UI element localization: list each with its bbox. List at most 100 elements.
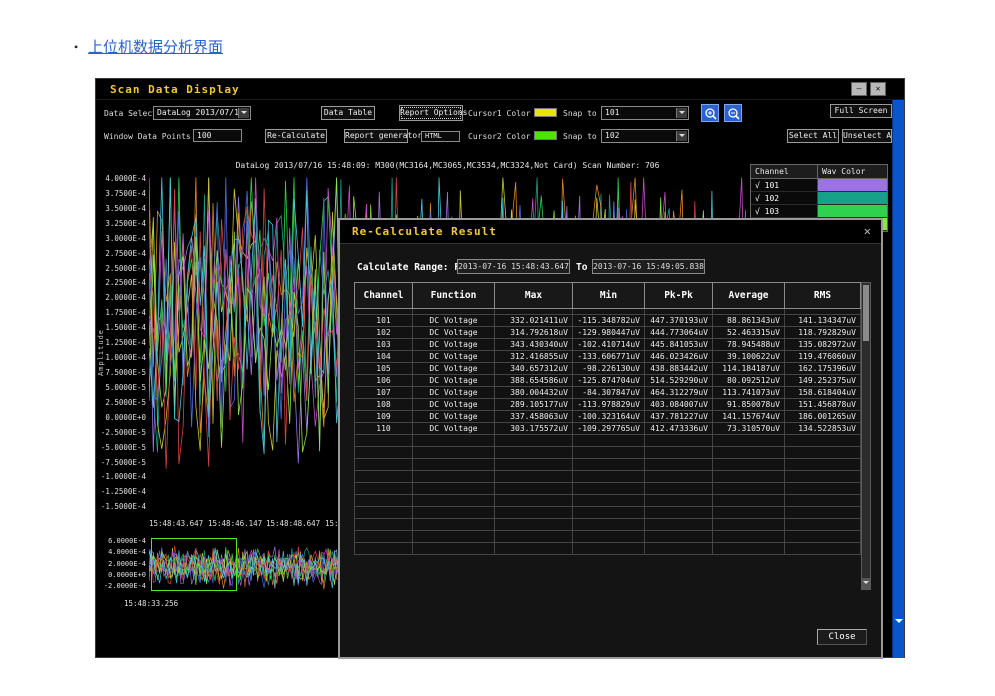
result-col-header: Pk-Pk (645, 283, 713, 309)
result-cell: DC Voltage (413, 387, 495, 399)
result-cell: 332.021411uV (495, 315, 573, 327)
unselect-all-button[interactable]: Unselect All (842, 129, 892, 143)
scrollbar-thumb[interactable] (863, 285, 869, 341)
window-titlebar[interactable]: Scan Data Display — ✕ (96, 79, 904, 100)
channel-row[interactable]: √ 101 (751, 179, 887, 192)
result-cell: DC Voltage (413, 315, 495, 327)
result-cell (573, 531, 645, 543)
result-cell (713, 447, 785, 459)
result-cell: 464.312279uV (645, 387, 713, 399)
range-to-input[interactable]: 2013-07-16 15:49:05.838 (592, 259, 705, 274)
y-tick-label: 7.5000E-5 (105, 369, 146, 377)
result-cell (713, 483, 785, 495)
zoom-in-button[interactable] (701, 104, 719, 122)
result-empty-row (355, 483, 861, 495)
result-cell (355, 507, 413, 519)
result-row[interactable]: 110DC Voltage303.175572uV-109.297765uV41… (355, 423, 861, 435)
result-col-header: Max (495, 283, 573, 309)
result-cell (413, 483, 495, 495)
y-tick-label: -1.2500E-4 (101, 488, 146, 496)
data-table-button[interactable]: Data Table (321, 106, 375, 120)
scrollbar-down-arrow-icon[interactable] (862, 578, 870, 589)
result-cell: 412.473336uV (645, 423, 713, 435)
close-button[interactable]: ✕ (870, 82, 886, 96)
report-format-select[interactable]: HTML (421, 131, 460, 142)
result-cell: 141.134347uV (785, 315, 861, 327)
result-row[interactable]: 109DC Voltage337.458063uV-100.323164uV43… (355, 411, 861, 423)
result-cell (785, 519, 861, 531)
channel-row[interactable]: √ 102 (751, 192, 887, 205)
result-cell (355, 519, 413, 531)
result-cell: DC Voltage (413, 363, 495, 375)
result-row[interactable]: 101DC Voltage332.021411uV-115.348782uV44… (355, 315, 861, 327)
y-tick-label: 2.0000E-4 (105, 294, 146, 302)
cursor1-color-label: Cursor1 Color (468, 109, 531, 118)
result-row[interactable]: 108DC Voltage289.105177uV-113.978829uV40… (355, 399, 861, 411)
result-cell (355, 447, 413, 459)
result-row[interactable]: 107DC Voltage380.004432uV-84.307847uV464… (355, 387, 861, 399)
page-link[interactable]: 上位机数据分析界面 (88, 36, 223, 57)
result-cell (713, 471, 785, 483)
window-title: Scan Data Display (110, 83, 240, 96)
channel-wave-color (818, 205, 887, 217)
zoom-in-icon (703, 106, 719, 122)
result-cell: DC Voltage (413, 399, 495, 411)
result-cell (645, 435, 713, 447)
result-cell: DC Voltage (413, 351, 495, 363)
cursor2-swatch[interactable] (534, 131, 557, 140)
channel-row[interactable]: √ 103 (751, 205, 887, 218)
result-table-container: ChannelFunctionMaxMinPk-PkAverageRMS101D… (354, 282, 871, 590)
result-cell: 314.792618uV (495, 327, 573, 339)
y-tick-label: -7.5000E-5 (101, 459, 146, 467)
result-scrollbar[interactable] (861, 282, 871, 590)
full-screen-button[interactable]: Full Screen (830, 104, 892, 118)
report-options-button[interactable]: Report Options (399, 105, 463, 121)
overview-x-tick: 15:48:33.256 (124, 599, 178, 608)
snap2-dropdown[interactable]: 102 (601, 129, 689, 143)
result-cell (785, 435, 861, 447)
result-row[interactable]: 106DC Voltage388.654586uV-125.874704uV51… (355, 375, 861, 387)
report-generator-button[interactable]: Report generator (344, 129, 408, 143)
zoom-out-button[interactable] (724, 104, 742, 122)
main-chart-y-axis: 4.0000E-43.7500E-43.5000E-43.2500E-43.00… (106, 175, 146, 511)
scroll-down-arrow-icon[interactable] (895, 619, 903, 627)
result-row[interactable]: 104DC Voltage312.416855uV-133.606771uV44… (355, 351, 861, 363)
result-cell: 151.456878uV (785, 399, 861, 411)
dialog-close-button[interactable]: Close (817, 629, 867, 645)
y-tick-label: -1.0000E-4 (101, 473, 146, 481)
data-select-dropdown[interactable]: DataLog 2013/07/16 (153, 106, 251, 120)
result-row[interactable]: 103DC Voltage343.430340uV-102.410714uV44… (355, 339, 861, 351)
result-cell: -100.323164uV (573, 411, 645, 423)
result-cell: 186.001265uV (785, 411, 861, 423)
result-cell: DC Voltage (413, 327, 495, 339)
result-cell: 119.476060uV (785, 351, 861, 363)
recalculate-button[interactable]: Re-Calculate (265, 129, 327, 143)
result-cell (495, 447, 573, 459)
window-scrollbar[interactable] (892, 100, 904, 658)
result-cell (713, 507, 785, 519)
result-col-header: Function (413, 283, 495, 309)
cursor1-swatch[interactable] (534, 108, 557, 117)
result-col-header: Channel (355, 283, 413, 309)
result-cell: 162.175396uV (785, 363, 861, 375)
y-tick-label: 1.5000E-4 (105, 324, 146, 332)
dialog-close-icon[interactable]: ✕ (864, 224, 871, 238)
minimize-button[interactable]: — (851, 82, 867, 96)
range-from-input[interactable]: 2013-07-16 15:48:43.647 (457, 259, 570, 274)
window-data-points-input[interactable]: 100 (193, 129, 242, 142)
result-cell (573, 543, 645, 555)
overview-selection[interactable] (151, 538, 237, 591)
result-row[interactable]: 102DC Voltage314.792618uV-129.980447uV44… (355, 327, 861, 339)
result-row[interactable]: 105DC Voltage340.657312uV-98.226130uV438… (355, 363, 861, 375)
result-cell: 73.310570uV (713, 423, 785, 435)
y-tick-label: 2.2500E-4 (105, 279, 146, 287)
y-tick-label: -2.0000E-4 (104, 583, 146, 590)
select-all-button[interactable]: Select All (787, 129, 839, 143)
result-cell (355, 483, 413, 495)
result-empty-row (355, 507, 861, 519)
result-cell (645, 447, 713, 459)
result-cell: 78.945488uV (713, 339, 785, 351)
result-table-body: ChannelFunctionMaxMinPk-PkAverageRMS101D… (355, 283, 861, 555)
dialog-titlebar[interactable]: Re-Calculate Result ✕ (340, 220, 881, 244)
snap1-dropdown[interactable]: 101 (601, 106, 689, 120)
